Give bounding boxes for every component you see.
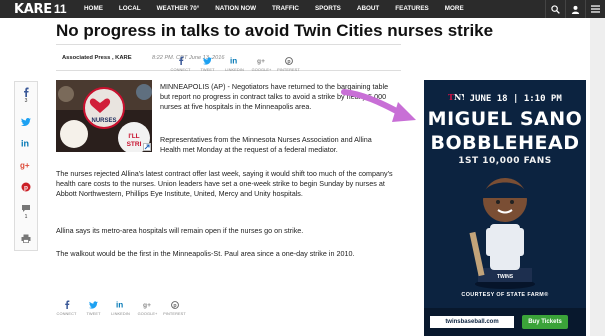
share-pinterest-top[interactable]: p PINTEREST: [275, 56, 302, 72]
svg-text:STRI: STRI: [127, 141, 142, 148]
share-twitter-bottom[interactable]: TWEET: [80, 300, 107, 316]
sidebar-facebook[interactable]: 3: [15, 87, 37, 104]
logo-text: KARE: [14, 1, 52, 17]
page-edge: [590, 18, 605, 336]
sidebar-twitter[interactable]: [15, 118, 37, 126]
google-plus-icon: g+: [143, 302, 151, 309]
expand-image-button[interactable]: [143, 143, 151, 151]
annotation-arrow: [341, 89, 416, 122]
facebook-icon: [24, 87, 29, 97]
svg-text:g+: g+: [20, 161, 30, 170]
pinterest-icon: p: [170, 300, 179, 309]
svg-text:g+: g+: [143, 302, 151, 309]
pinterest-icon: p: [21, 182, 31, 192]
twinsbaseball-link[interactable]: twinsbaseball.com: [430, 316, 514, 328]
sidebar-pinterest[interactable]: p: [15, 182, 37, 192]
share-facebook-top[interactable]: CONNECT: [167, 56, 194, 72]
svg-text:in: in: [21, 139, 29, 149]
share-bar-top: CONNECT TWEET in LINKEDIN g+ GOOGLE+ p P…: [167, 56, 302, 72]
share-twitter-top[interactable]: TWEET: [194, 56, 221, 72]
linkedin-icon: in: [21, 139, 29, 149]
svg-text:p: p: [173, 303, 176, 309]
article-paragraph-5: The walkout would be the first in the Mi…: [56, 249, 355, 258]
svg-text:in: in: [116, 301, 123, 309]
search-button[interactable]: [545, 0, 565, 18]
sidebar-comments[interactable]: 1: [15, 204, 37, 220]
bobblehead-figure: TWINS: [469, 178, 535, 289]
nav-item-sports[interactable]: SPORTS: [307, 0, 349, 18]
comment-count: 1: [24, 214, 28, 220]
print-icon: [21, 234, 31, 243]
nav-item-features[interactable]: FEATURES: [387, 0, 436, 18]
nav-tools: [545, 0, 605, 18]
pinterest-icon: p: [284, 56, 293, 65]
hamburger-icon: [591, 5, 600, 13]
menu-button[interactable]: [585, 0, 605, 18]
sidebar-googleplus[interactable]: g+: [15, 160, 37, 170]
twitter-icon: [21, 118, 31, 126]
user-icon: [571, 5, 580, 14]
expand-icon: [144, 144, 150, 150]
comment-icon: [22, 205, 30, 212]
ad-subtitle: 1ST 10,000 FANS: [458, 156, 552, 166]
twitter-icon: [203, 56, 212, 65]
svg-text:NY: NY: [454, 92, 464, 102]
search-icon: [551, 4, 560, 14]
share-googleplus-bottom[interactable]: g+ GOOGLE+: [134, 300, 161, 316]
ad-title-line1: MIGUEL SANO: [427, 108, 583, 130]
article-paragraph-2: Representatives from the Minnesota Nurse…: [160, 135, 372, 155]
account-button[interactable]: [565, 0, 585, 18]
ad-title-line2: BOBBLEHEAD: [430, 132, 580, 154]
twins-logo-icon: TNY: [448, 92, 467, 102]
facebook-icon: [64, 300, 69, 309]
twins-bobblehead-ad[interactable]: TNY JUNE 18 | 1:10 PM MIGUEL SANO BOBBLE…: [424, 80, 586, 336]
nav-item-about[interactable]: ABOUT: [349, 0, 387, 18]
google-plus-icon: g+: [257, 58, 265, 65]
article-paragraph-3: The nurses rejected Allina's latest cont…: [56, 169, 393, 199]
nav-item-local[interactable]: LOCAL: [111, 0, 149, 18]
ad-footer: twinsbaseball.com Buy Tickets: [424, 308, 586, 336]
share-facebook-bottom[interactable]: CONNECT: [53, 300, 80, 316]
article-image[interactable]: NURSES I'LL STRI: [56, 80, 152, 152]
svg-text:TWINS: TWINS: [497, 274, 514, 280]
twitter-icon: [89, 300, 98, 309]
nav-item-home[interactable]: HOME: [84, 0, 111, 18]
linkedin-icon: in: [230, 57, 237, 65]
top-nav: KARE 11 HOME LOCAL WEATHER 70° NATION NO…: [0, 0, 605, 18]
share-googleplus-top[interactable]: g+ GOOGLE+: [248, 56, 275, 72]
facebook-count: 3: [24, 98, 28, 104]
share-pinterest-bottom[interactable]: p PINTEREST: [161, 300, 188, 316]
svg-text:p: p: [24, 185, 28, 192]
ad-courtesy: COURTESY OF STATE FARM®: [461, 292, 549, 298]
svg-text:NURSES: NURSES: [91, 118, 116, 124]
nav-item-more[interactable]: MORE: [437, 0, 472, 18]
google-plus-icon: g+: [20, 161, 30, 170]
logo-mark: 11: [53, 1, 67, 16]
nurses-buttons-photo: NURSES I'LL STRI: [56, 80, 152, 152]
linkedin-icon: in: [116, 301, 123, 309]
social-sidebar: 3 in g+ p 1: [14, 81, 38, 251]
share-linkedin-bottom[interactable]: in LINKEDIN: [107, 300, 134, 316]
buy-tickets-button[interactable]: Buy Tickets: [522, 315, 568, 329]
nav-item-weather[interactable]: WEATHER 70°: [149, 0, 208, 18]
facebook-icon: [178, 56, 183, 65]
svg-text:p: p: [287, 59, 290, 65]
share-linkedin-top[interactable]: in LINKEDIN: [221, 56, 248, 72]
nav-item-traffic[interactable]: TRAFFIC: [264, 0, 307, 18]
ad-date-line: TNY JUNE 18 | 1:10 PM: [448, 92, 562, 104]
svg-text:g+: g+: [257, 58, 265, 65]
sidebar-linkedin[interactable]: in: [15, 138, 37, 149]
article-paragraph-4: Allina says its metro-area hospitals wil…: [56, 226, 304, 235]
svg-text:I'LL: I'LL: [128, 133, 139, 140]
kare11-logo[interactable]: KARE 11: [14, 1, 67, 17]
byline: Associated Press , KARE: [62, 55, 132, 61]
sidebar-print[interactable]: [15, 234, 37, 243]
share-bar-bottom: CONNECT TWEET in LINKEDIN g+ GOOGLE+ p P…: [53, 300, 188, 316]
nav-menu: HOME LOCAL WEATHER 70° NATION NOW TRAFFI…: [84, 0, 472, 18]
svg-text:in: in: [230, 57, 237, 65]
nav-item-nation-now[interactable]: NATION NOW: [207, 0, 264, 18]
page-title: No progress in talks to avoid Twin Citie…: [56, 21, 494, 40]
